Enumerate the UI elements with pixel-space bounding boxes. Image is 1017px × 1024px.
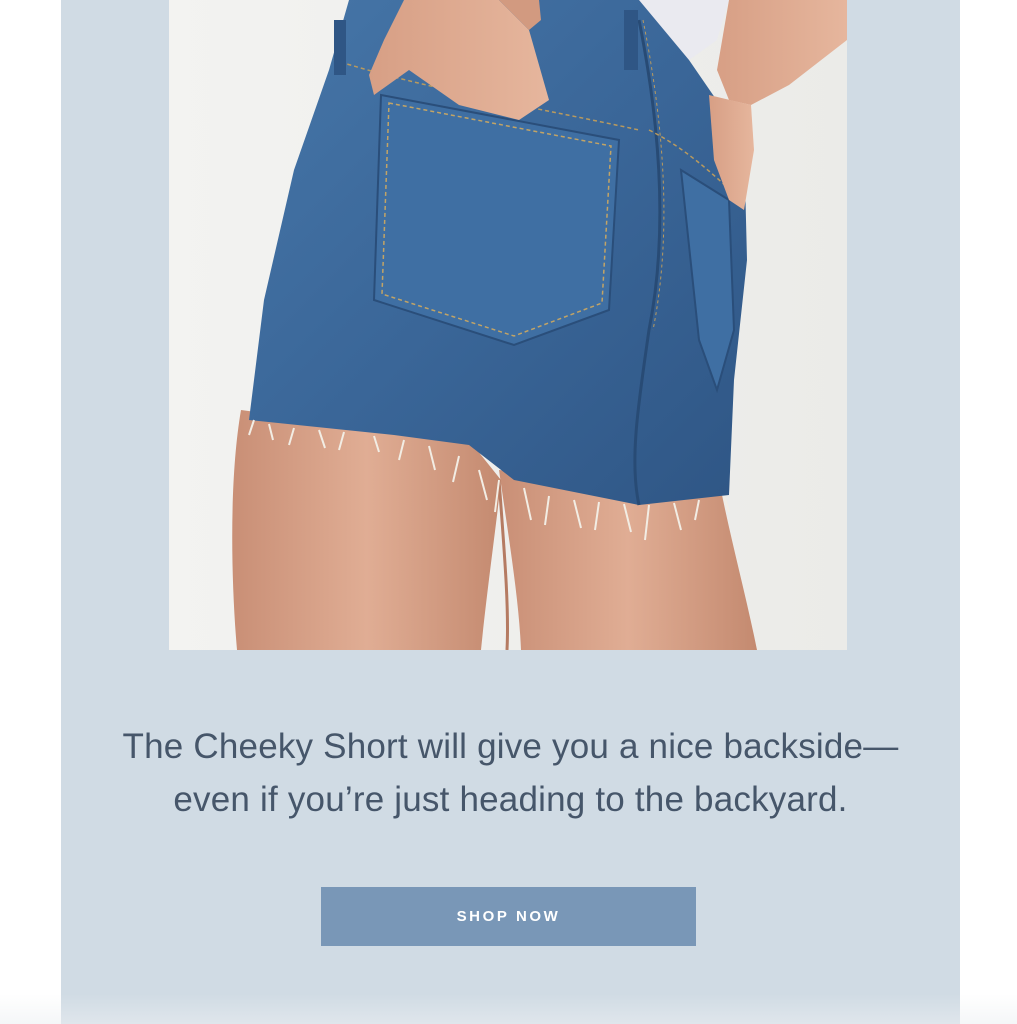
- denim-shorts-photo: [169, 0, 847, 650]
- shop-now-button[interactable]: SHOP NOW: [321, 887, 696, 946]
- tagline-text: The Cheeky Short will give you a nice ba…: [61, 720, 960, 826]
- email-content-panel: The Cheeky Short will give you a nice ba…: [61, 0, 960, 1024]
- hero-product-image[interactable]: [169, 0, 847, 650]
- tagline-line-1: The Cheeky Short will give you a nice ba…: [122, 727, 899, 766]
- tagline-line-2: even if you’re just heading to the backy…: [173, 780, 848, 819]
- email-page: The Cheeky Short will give you a nice ba…: [0, 0, 1017, 1024]
